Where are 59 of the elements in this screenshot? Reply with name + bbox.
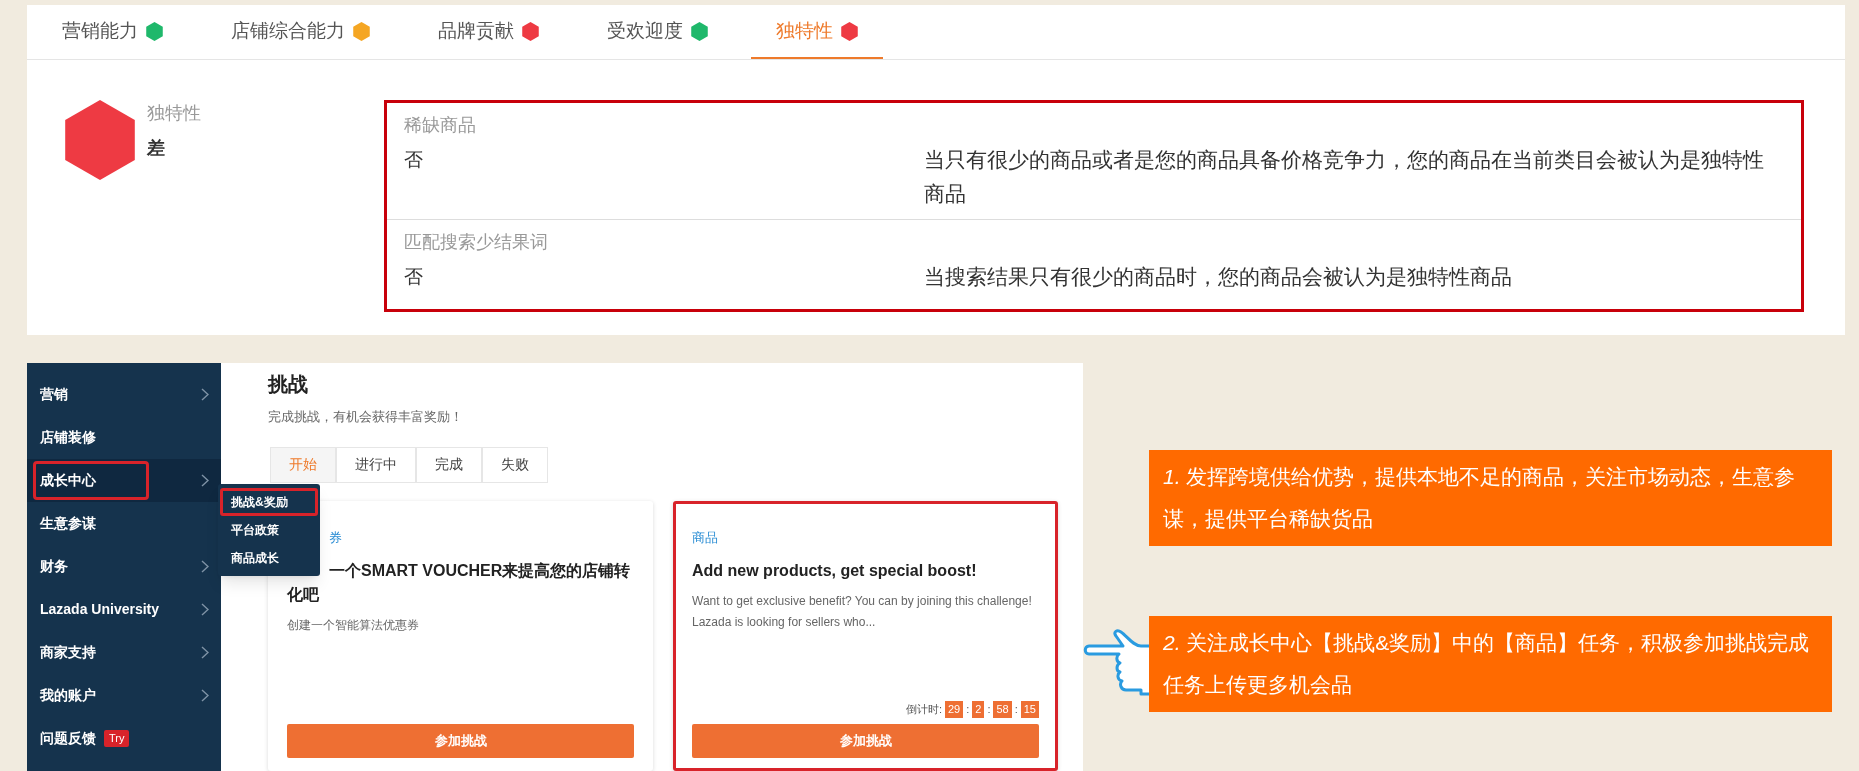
chevron-right-icon [201, 474, 209, 487]
submenu-item[interactable]: 平台政策 [220, 516, 318, 544]
countdown-digit: 58 [993, 700, 1012, 718]
score-tab[interactable]: 受欢迎度 [582, 5, 733, 59]
chevron-right-icon [201, 560, 209, 573]
chevron-right-icon [201, 689, 209, 702]
criterion-label: 匹配搜索少结果词 [404, 231, 549, 254]
try-badge: Try [104, 730, 130, 747]
sidebar-item[interactable]: 财务 [27, 545, 221, 588]
score-tab[interactable]: 店铺综合能力 [206, 5, 395, 59]
sidebar-label: 营销 [40, 385, 68, 404]
sidebar-item[interactable]: 问题反馈 Try [27, 717, 221, 760]
sidebar-label: 商家支持 [40, 643, 96, 662]
countdown-digit: 15 [1020, 700, 1039, 718]
time-separator: : [966, 701, 970, 717]
sidebar-label: 问题反馈 [40, 729, 96, 748]
sidebar-label: 店铺装修 [40, 428, 96, 447]
time-separator: : [987, 701, 991, 717]
chevron-right-icon [201, 388, 209, 401]
sidebar-item[interactable]: 店铺装修 [27, 416, 221, 459]
sidebar-item[interactable]: 我的账户 [27, 674, 221, 717]
time-separator: : [1014, 701, 1018, 717]
card-category: 商品 [692, 528, 719, 547]
status-tab[interactable]: 进行中 [336, 446, 416, 483]
sidebar-item[interactable]: 成长中心 [27, 459, 221, 502]
score-tab[interactable]: 营销能力 [37, 5, 188, 59]
card-title: Add new products, get special boost! [692, 561, 978, 581]
metric-rating: 差 [147, 137, 166, 160]
sidebar-label: 财务 [40, 557, 68, 576]
sidebar-item[interactable]: Lazada University [27, 588, 221, 631]
chevron-right-icon [201, 646, 209, 659]
countdown-digit: 29 [944, 700, 964, 718]
criterion-value: 否 [404, 265, 424, 289]
countdown-digit: 2 [972, 700, 985, 718]
criterion-value: 否 [404, 148, 424, 172]
tip-text: 1. 发挥跨境供给优势，提供本地不足的商品，关注市场动态，生意参谋，提供平台稀缺货品 [1163, 465, 1796, 530]
sidebar-label: 成长中心 [40, 471, 96, 490]
card-category: 券 [329, 528, 343, 547]
page-title: 挑战 [268, 372, 309, 397]
sidebar-label: Lazada University [40, 600, 160, 619]
criterion-description: 当搜索结果只有很少的商品时，您的商品会被认为是独特性商品 [924, 264, 1512, 290]
sidebar-item[interactable]: 生意参谋 [27, 502, 221, 545]
chevron-right-icon [201, 603, 209, 616]
status-tab[interactable]: 完成 [416, 446, 482, 483]
sidebar-label: 生意参谋 [40, 514, 96, 533]
card-description: 创建一个智能算法优惠券 [287, 617, 420, 634]
card-description: Want to get exclusive benefit? You can by joining this challenge! Lazada is looking for sellers who... [692, 593, 1033, 631]
status-tab[interactable]: 失败 [482, 446, 548, 483]
criterion-description: 当只有很少的商品或者是您的商品具备价格竞争力，您的商品在当前类目会被认为是独特性商品 [924, 147, 1765, 207]
countdown-label: 倒计时: [905, 701, 942, 717]
sidebar-item[interactable]: 商家支持 [27, 631, 221, 674]
sidebar-label: 我的账户 [40, 686, 96, 705]
criterion-label: 稀缺商品 [404, 114, 477, 137]
score-tab[interactable]: 品牌贡献 [413, 5, 564, 59]
tip-text: 2. 关注成长中心【挑战&奖励】中的【商品】任务，积极参加挑战完成任务上传更多机会品 [1163, 631, 1810, 696]
metric-title: 独特性 [147, 102, 201, 125]
submenu-item[interactable]: 挑战&奖励 [220, 488, 318, 516]
sidebar-item[interactable]: 营销 [27, 373, 221, 416]
page-subtitle: 完成挑战，有机会获得丰富奖励！ [268, 408, 464, 426]
